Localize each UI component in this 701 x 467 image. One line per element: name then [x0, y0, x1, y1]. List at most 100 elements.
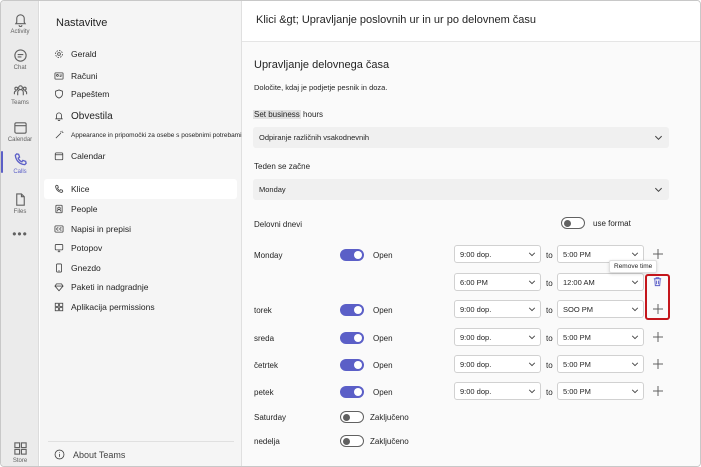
to-label: to — [546, 334, 553, 343]
app-rail: Activity Chat Teams Calendar Calls Files… — [1, 1, 39, 466]
more-apps-button[interactable]: ••• — [1, 227, 39, 241]
use-format-label: use format — [593, 219, 631, 228]
day-status: Zaključeno — [370, 413, 409, 422]
store-icon — [13, 441, 27, 455]
sidebar-item-notifications[interactable]: Obvestila — [44, 107, 237, 125]
sidebar-item-label: Papeštem — [71, 89, 110, 99]
about-teams-link[interactable]: About Teams — [54, 449, 125, 460]
end-time-select[interactable]: 5:00 PM — [557, 355, 644, 373]
sidebar-item-accounts[interactable]: Računi — [44, 67, 237, 85]
sidebar-item-general[interactable]: Gerald — [44, 45, 237, 63]
sidebar-item-captions[interactable]: Napisi in prepisi — [44, 220, 237, 238]
start-time-select[interactable]: 9:00 dop. — [454, 355, 541, 373]
end-time-value: 5:00 PM — [563, 359, 591, 369]
sidebar-item-label: Calendar — [71, 151, 106, 161]
day-toggle-sunday[interactable] — [340, 435, 364, 447]
rail-calendar[interactable]: Calendar — [1, 113, 39, 149]
breadcrumb: Klici &gt; Upravljanje poslovnih ur in u… — [256, 14, 537, 26]
end-time-select[interactable]: 5:00 PM — [557, 382, 644, 400]
main-content: Upravljanje delovnega časa Določite, kda… — [242, 42, 700, 466]
chevron-down-icon — [528, 252, 536, 257]
day-toggle-monday[interactable] — [340, 249, 364, 261]
day-toggle-tuesday[interactable] — [340, 304, 364, 316]
start-time-value: 9:00 dop. — [460, 304, 492, 314]
day-status: Zaključeno — [370, 437, 409, 446]
start-time-select[interactable]: 9:00 dop. — [454, 328, 541, 346]
sidebar-item-immersive[interactable]: Potopov — [44, 239, 237, 257]
chevron-down-icon — [528, 389, 536, 394]
sidebar-item-label: Klice — [71, 184, 90, 194]
end-time-value: SOO PM — [563, 304, 594, 314]
sidebar-item-label: People — [71, 204, 98, 214]
day-status: Open — [373, 361, 393, 370]
day-toggle-wednesday[interactable] — [340, 332, 364, 344]
rail-chat[interactable]: Chat — [1, 41, 39, 77]
about-teams-label: About Teams — [73, 449, 126, 460]
chevron-down-icon — [528, 362, 536, 367]
to-label: to — [546, 279, 553, 288]
add-time-icon[interactable] — [652, 385, 664, 397]
rail-store[interactable]: Store — [1, 437, 39, 466]
sidebar-item-people[interactable]: People — [44, 200, 237, 218]
start-time-select[interactable]: 9:00 dop. — [454, 300, 541, 318]
chevron-down-icon — [631, 280, 639, 285]
highlight-box — [645, 274, 670, 320]
rail-calls[interactable]: Calls — [1, 145, 39, 181]
settings-sidebar: Nastavitve Gerald Računi Papeštem Obvest… — [40, 1, 242, 466]
sidebar-item-calls[interactable]: Klice — [44, 179, 237, 199]
divider — [48, 441, 234, 442]
chevron-down-icon — [654, 135, 663, 141]
rail-files[interactable]: Files — [1, 185, 39, 221]
day-toggle-thursday[interactable] — [340, 359, 364, 371]
monitor-icon — [54, 244, 64, 253]
sidebar-item-label: Računi — [71, 71, 98, 81]
start-time-select[interactable]: 9:00 dop. — [454, 245, 541, 263]
sidebar-item-devices[interactable]: Gnezdo — [44, 259, 237, 277]
rail-label: Store — [12, 457, 28, 464]
day-name: Monday — [254, 251, 283, 260]
set-hours-highlight: Set business — [253, 110, 301, 119]
file-icon — [15, 192, 25, 206]
sidebar-item-app-permissions[interactable]: Aplikacija permissions — [44, 298, 237, 316]
sidebar-item-appearance[interactable]: Appearance in pripomočki za osebe s pose… — [44, 126, 242, 144]
end-time-select[interactable]: 5:00 PM — [557, 328, 644, 346]
rail-label: Chat — [13, 64, 27, 71]
add-time-icon[interactable] — [652, 358, 664, 370]
add-time-icon[interactable] — [652, 331, 664, 343]
week-start-value: Monday — [259, 185, 286, 194]
day-status: Open — [373, 334, 393, 343]
to-label: to — [546, 361, 553, 370]
start-time-select[interactable]: 6:00 PM — [454, 273, 541, 291]
day-name: nedelja — [254, 437, 280, 446]
page-header: Klici &gt; Upravljanje poslovnih ur in u… — [242, 1, 700, 42]
day-toggle-friday[interactable] — [340, 386, 364, 398]
info-icon — [54, 449, 65, 460]
chevron-down-icon — [631, 335, 639, 340]
hours-type-dropdown[interactable]: Odpiranje različnih vsakodnevnih — [253, 127, 669, 148]
sidebar-item-label: Potopov — [71, 243, 103, 253]
rail-label: Teams — [11, 99, 29, 106]
week-start-dropdown[interactable]: Monday — [253, 179, 669, 200]
chevron-down-icon — [631, 252, 639, 257]
add-time-icon[interactable] — [652, 248, 664, 260]
settings-title: Nastavitve — [56, 17, 108, 29]
chevron-down-icon — [631, 307, 639, 312]
day-toggle-saturday[interactable] — [340, 411, 364, 423]
sidebar-item-calendar[interactable]: Calendar — [44, 147, 237, 165]
sidebar-item-label: Napisi in prepisi — [71, 224, 131, 234]
rail-label: Calls — [13, 168, 27, 175]
work-days-label: Delovni dnevi — [254, 220, 303, 229]
sidebar-item-privacy[interactable]: Papeštem — [44, 85, 237, 103]
sidebar-item-upgrades[interactable]: Paketi in nadgradnje — [44, 278, 237, 296]
id-card-icon — [54, 72, 64, 80]
cc-icon — [54, 225, 64, 233]
use-format-toggle[interactable] — [561, 217, 585, 229]
end-time-select[interactable]: 12:00 AM — [557, 273, 644, 291]
device-icon — [56, 263, 62, 273]
rail-teams[interactable]: Teams — [1, 76, 39, 112]
chevron-down-icon — [654, 187, 663, 193]
start-time-value: 6:00 PM — [460, 277, 488, 287]
end-time-select[interactable]: SOO PM — [557, 300, 644, 318]
start-time-select[interactable]: 9:00 dop. — [454, 382, 541, 400]
rail-activity[interactable]: Activity — [1, 5, 39, 41]
